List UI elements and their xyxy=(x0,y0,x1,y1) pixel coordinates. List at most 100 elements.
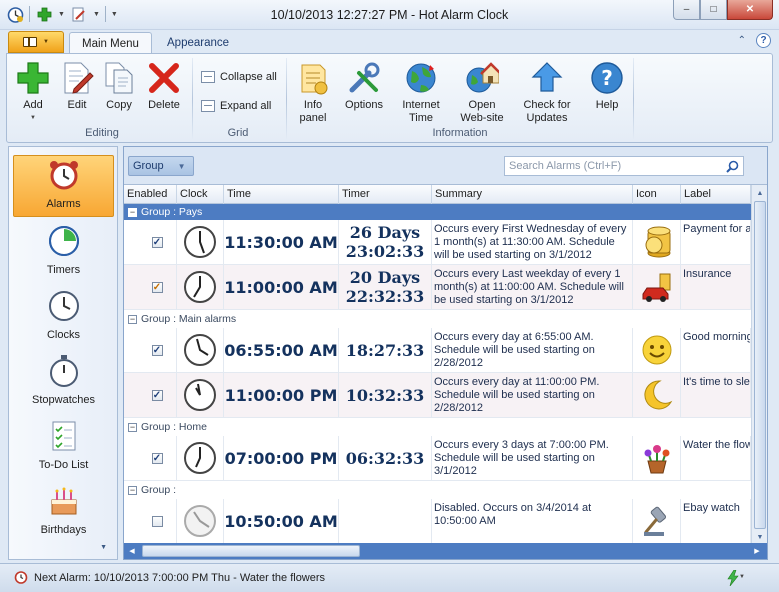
birthday-cake-icon xyxy=(46,483,82,519)
tab-main-menu[interactable]: Main Menu xyxy=(69,32,152,54)
enabled-checkbox[interactable] xyxy=(151,515,163,527)
copy-icon xyxy=(101,60,137,96)
scroll-thumb[interactable] xyxy=(142,545,360,557)
collapse-icon xyxy=(201,71,215,83)
application-menu-button[interactable]: ▼ xyxy=(8,31,64,53)
collapse-group-icon[interactable]: − xyxy=(128,314,137,324)
nav-label: Birthdays xyxy=(40,524,87,536)
table-row[interactable]: ✓ 07:00:00 PM 06:32:33 Occurs every 3 da… xyxy=(124,436,751,481)
column-clock[interactable]: Clock xyxy=(177,185,224,204)
nav-item-alarms[interactable]: Alarms xyxy=(13,155,114,217)
enabled-checkbox[interactable]: ✓ xyxy=(151,281,163,293)
add-button[interactable]: Add ▼ xyxy=(15,60,51,125)
nav-item-birthdays[interactable]: Birthdays xyxy=(13,480,114,542)
check-updates-button[interactable]: Check for Updates xyxy=(517,60,577,125)
check-updates-label: Check for Updates xyxy=(523,99,571,124)
table-row[interactable]: ✓ 06:55:00 AM 18:27:33 Occurs every day … xyxy=(124,328,751,373)
column-icon[interactable]: Icon xyxy=(633,185,681,204)
chevron-down-icon: ▼ xyxy=(177,161,186,171)
alarm-time: 07:00:00 PM xyxy=(224,436,339,480)
nav-item-todo-list[interactable]: To-Do List xyxy=(13,415,114,477)
table-row[interactable]: ✓ 11:00:00 PM 10:32:33 Occurs every day … xyxy=(124,373,751,418)
time-remaining: 20 Days 22:32:33 xyxy=(339,265,432,309)
column-label[interactable]: Label xyxy=(681,185,751,204)
internet-time-button[interactable]: Internet Time xyxy=(397,60,445,125)
alarm-label: Water the flow xyxy=(681,436,751,480)
edit-button[interactable]: Edit xyxy=(59,60,95,112)
group-row[interactable]: − Group : Pays xyxy=(124,204,751,220)
ribbon-top-right: ⌃ ? xyxy=(738,33,771,48)
group-row[interactable]: − Group : xyxy=(124,482,751,498)
chevron-down-icon[interactable]: ▼ xyxy=(739,574,745,580)
collapse-ribbon-icon[interactable]: ⌃ xyxy=(738,35,746,46)
column-summary[interactable]: Summary xyxy=(432,185,633,204)
scroll-up-icon[interactable]: ▲ xyxy=(753,186,767,200)
enabled-checkbox[interactable]: ✓ xyxy=(151,452,163,464)
window-controls: – □ ✕ xyxy=(673,0,773,20)
nav-label: Alarms xyxy=(46,198,81,210)
scroll-right-icon[interactable]: ▶ xyxy=(751,545,763,557)
column-enabled[interactable]: Enabled xyxy=(124,185,177,204)
timer-hms: 10:32:33 xyxy=(345,385,425,405)
group-by-chip[interactable]: Group ▼ xyxy=(128,156,194,176)
maximize-button[interactable]: □ xyxy=(700,0,727,20)
nav-label: Stopwatches xyxy=(32,394,95,406)
delete-button[interactable]: Delete xyxy=(146,60,182,112)
close-button[interactable]: ✕ xyxy=(727,0,773,20)
next-alarm-text: Next Alarm: 10/10/2013 7:00:00 PM Thu - … xyxy=(34,572,326,584)
minimize-button[interactable]: – xyxy=(673,0,700,20)
info-panel-label: Info panel xyxy=(299,99,327,124)
scroll-left-icon[interactable]: ◀ xyxy=(126,545,138,557)
help-icon[interactable]: ? xyxy=(756,33,771,48)
enabled-checkbox[interactable]: ✓ xyxy=(151,389,163,401)
enabled-checkbox[interactable]: ✓ xyxy=(151,344,163,356)
search-icon[interactable] xyxy=(726,160,739,176)
info-panel-icon xyxy=(295,60,331,96)
lightning-icon[interactable] xyxy=(727,569,739,589)
collapse-group-icon[interactable]: − xyxy=(128,485,137,495)
nav-label: Timers xyxy=(46,264,81,276)
nav-item-stopwatches[interactable]: Stopwatches xyxy=(13,350,114,412)
vertical-scrollbar[interactable]: ▲ ▼ xyxy=(751,185,767,545)
help-button[interactable]: ? Help xyxy=(585,60,629,112)
alarm-summary: Occurs every First Wednesday of every 1 … xyxy=(432,220,633,264)
nav-item-timers[interactable]: Timers xyxy=(13,220,114,282)
scroll-thumb[interactable] xyxy=(754,201,766,529)
update-arrow-icon xyxy=(529,60,565,96)
expand-all-button[interactable]: Expand all xyxy=(201,100,271,112)
enabled-checkbox[interactable]: ✓ xyxy=(151,236,163,248)
flower-pot-icon xyxy=(633,436,681,480)
nav-label: Clocks xyxy=(46,329,80,341)
tab-appearance[interactable]: Appearance xyxy=(155,32,241,54)
chevron-down-icon[interactable]: ▼ xyxy=(100,544,107,551)
table-row[interactable]: ✓ 11:30:00 AM 26 Days 23:02:33 Occurs ev… xyxy=(124,220,751,265)
clock-icon xyxy=(46,288,82,324)
alarm-clock-icon xyxy=(46,157,82,193)
group-label: Group : xyxy=(141,484,177,496)
alarm-summary: Occurs every 3 days at 7:00:00 PM. Sched… xyxy=(432,436,633,480)
info-panel-button[interactable]: Info panel xyxy=(291,60,335,125)
ribbon-separator xyxy=(192,58,193,140)
ribbon-tabs: ▼ Main Menu Appearance ⌃ ? xyxy=(0,30,779,54)
grid-header: Enabled Clock Time Timer Summary Icon La… xyxy=(124,185,767,204)
nav-item-clocks[interactable]: Clocks xyxy=(13,285,114,347)
column-time[interactable]: Time xyxy=(224,185,339,204)
alarm-clock-icon xyxy=(14,570,28,587)
column-timer[interactable]: Timer xyxy=(339,185,432,204)
collapse-group-icon[interactable]: − xyxy=(128,422,137,432)
group-row[interactable]: − Group : Main alarms xyxy=(124,311,751,327)
timer-hms: 06:32:33 xyxy=(345,448,425,468)
horizontal-scrollbar[interactable]: ◀ ▶ xyxy=(124,543,767,559)
copy-button[interactable]: Copy xyxy=(101,60,137,112)
collapse-group-icon[interactable]: − xyxy=(128,207,137,217)
group-row[interactable]: − Group : Home xyxy=(124,419,751,435)
open-website-button[interactable]: Open Web-site xyxy=(454,60,510,125)
globe-icon xyxy=(403,60,439,96)
table-row[interactable]: 10:50:00 AM Disabled. Occurs on 3/4/2014… xyxy=(124,499,751,544)
scroll-down-icon[interactable]: ▼ xyxy=(753,530,767,544)
collapse-all-button[interactable]: Collapse all xyxy=(201,71,277,83)
search-input[interactable]: Search Alarms (Ctrl+F) xyxy=(504,156,744,176)
open-website-label: Open Web-site xyxy=(460,99,504,124)
table-row[interactable]: ✓ 11:00:00 AM 20 Days 22:32:33 Occurs ev… xyxy=(124,265,751,310)
options-button[interactable]: Options xyxy=(342,60,386,112)
